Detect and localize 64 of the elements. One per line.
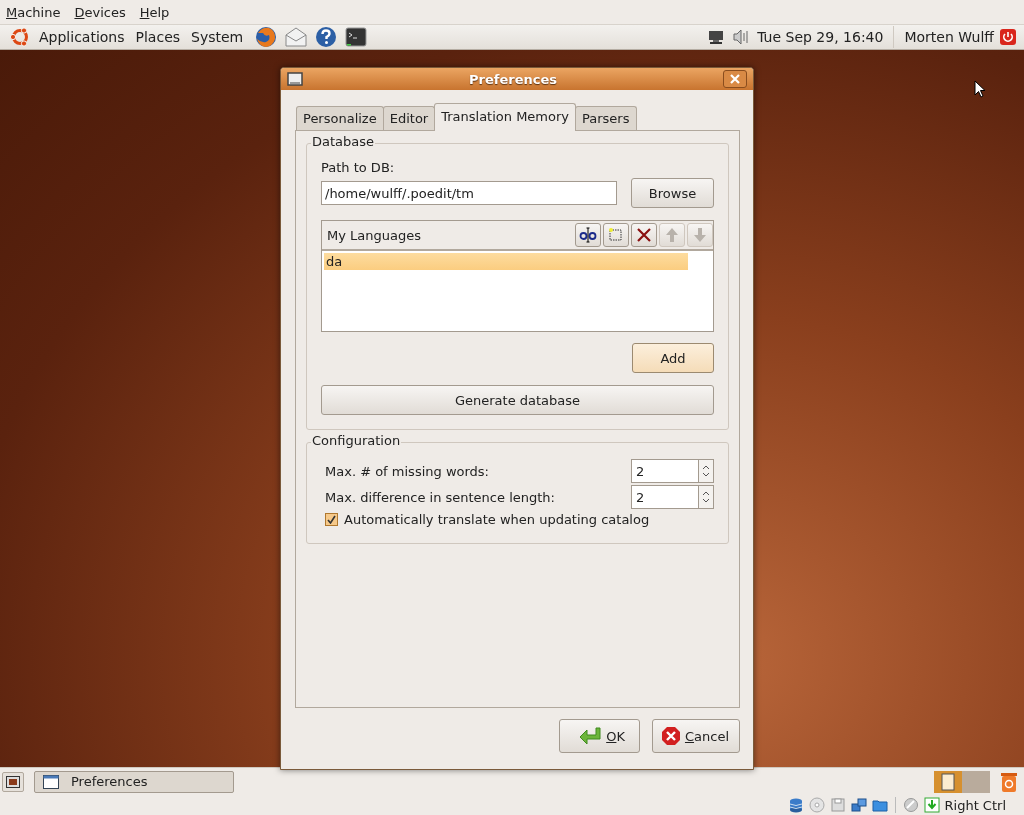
list-header: My Languages <box>327 227 421 243</box>
group-label: Database <box>311 134 376 149</box>
delete-icon <box>635 226 653 244</box>
show-desktop-button[interactable] <box>2 771 24 792</box>
group-label: Configuration <box>311 433 402 448</box>
disk-icon[interactable] <box>787 797 804 813</box>
tool-button[interactable] <box>575 223 601 247</box>
new-item-icon <box>607 226 625 244</box>
panel-menu[interactable]: Applications <box>39 29 130 45</box>
user-name[interactable]: Morten Wulff <box>904 29 994 45</box>
spin-arrows-icon <box>702 463 710 479</box>
workspace-switcher-icon[interactable] <box>934 770 990 793</box>
trash-icon[interactable] <box>1000 770 1018 793</box>
clock[interactable]: Tue Sep 29, 16:40 <box>757 29 884 45</box>
spin-field[interactable]: 2 <box>631 485 699 509</box>
window-icon <box>287 71 303 87</box>
field-label: Max. difference in sentence length: <box>325 489 555 505</box>
tab[interactable]: Personalize <box>296 106 384 130</box>
menu-item[interactable]: Help <box>139 4 170 20</box>
folder-icon[interactable] <box>871 797 888 813</box>
menu-item[interactable]: Machine <box>6 4 61 20</box>
tab[interactable]: Editor <box>382 106 436 130</box>
path-field[interactable]: /home/wulff/.poedit/tm <box>321 181 617 205</box>
checkbox-label: Automatically translate when updating catalog <box>344 512 650 527</box>
return-arrow-icon <box>578 726 603 746</box>
spin-arrows-icon <box>702 489 710 505</box>
down-arrow-icon <box>691 226 709 244</box>
globe-icon[interactable] <box>254 25 279 49</box>
monitor-icon[interactable] <box>707 28 726 46</box>
window-title: Preferences <box>468 71 558 87</box>
add-button[interactable]: Add <box>632 343 714 373</box>
power-icon[interactable] <box>1000 29 1016 45</box>
field-label: Path to DB: <box>321 160 396 175</box>
panel-menu[interactable]: Places <box>135 29 186 45</box>
taskbar-button[interactable]: Preferences <box>34 770 234 793</box>
window-icon <box>43 774 59 789</box>
menu-item[interactable]: Devices <box>74 4 126 20</box>
spin-button[interactable] <box>699 485 714 509</box>
close-button[interactable] <box>723 70 747 88</box>
spin-field[interactable]: 2 <box>631 459 699 483</box>
cancel-icon <box>660 726 681 746</box>
generate-button[interactable]: Generate database <box>321 385 714 415</box>
checkmark-icon <box>327 515 336 524</box>
tab[interactable]: Translation Memory <box>434 103 577 131</box>
desktop-icon <box>6 775 20 788</box>
terminal-icon[interactable] <box>344 25 369 49</box>
host-key-label: Right Ctrl <box>944 797 1006 813</box>
network-icon[interactable] <box>850 797 867 813</box>
usb-icon[interactable] <box>902 797 919 813</box>
tab[interactable]: Parsers <box>575 106 637 130</box>
ok-button[interactable]: OK <box>559 719 640 753</box>
close-icon <box>730 74 740 84</box>
up-arrow-icon <box>663 226 681 244</box>
help-icon[interactable] <box>314 25 339 49</box>
cancel-button[interactable]: Cancel <box>651 719 740 753</box>
browse-button[interactable]: Browse <box>631 178 714 208</box>
field-label: Max. # of missing words: <box>325 463 489 479</box>
mouse-pointer-icon <box>974 80 986 98</box>
panel-menu[interactable]: System <box>191 29 249 45</box>
spin-button[interactable] <box>699 459 714 483</box>
checkbox[interactable] <box>325 513 338 526</box>
list-item[interactable]: da <box>324 253 688 270</box>
envelope-icon[interactable] <box>284 25 309 49</box>
tool-button[interactable] <box>631 223 657 247</box>
